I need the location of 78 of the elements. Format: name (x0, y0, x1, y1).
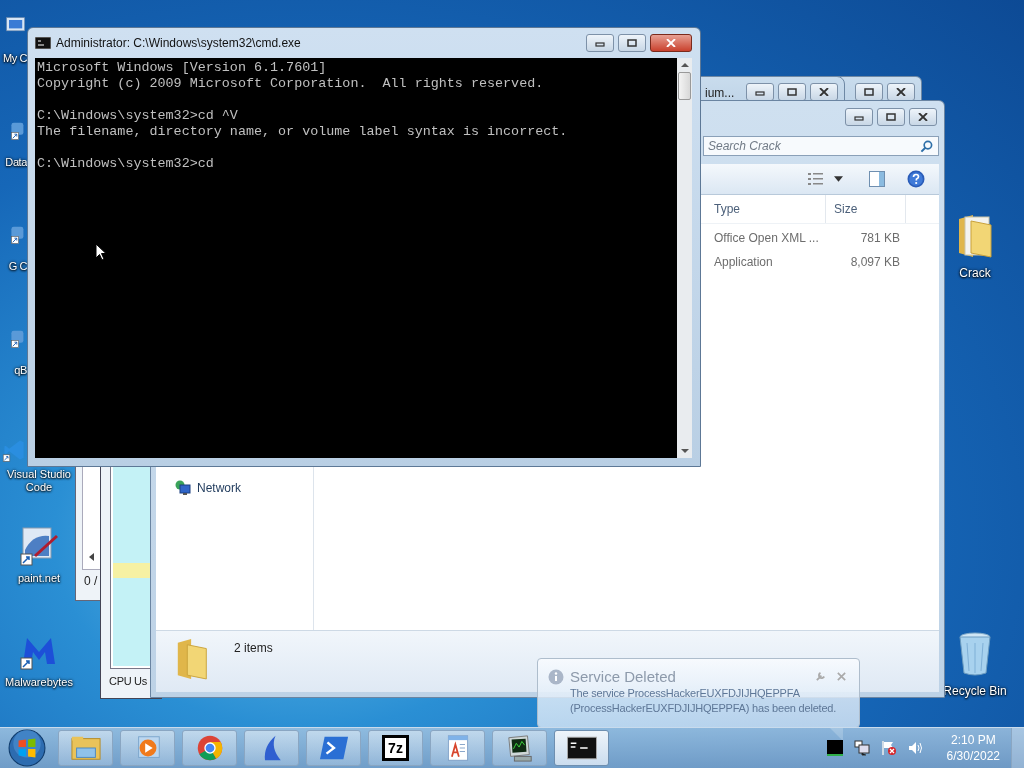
code-icon[interactable] (2, 438, 26, 462)
icon-label: qB (13, 364, 27, 377)
caret-icon[interactable] (834, 176, 843, 182)
volume-icon[interactable] (907, 740, 924, 756)
icon-label: Data (4, 156, 27, 169)
folder-icon (70, 734, 101, 762)
app-tray-icon[interactable] (826, 740, 843, 756)
icon-label: My C (1, 52, 27, 65)
maximize-icon (864, 88, 874, 96)
minimize-button[interactable] (586, 34, 614, 52)
start-button[interactable] (8, 729, 46, 767)
minimize-icon (755, 88, 765, 96)
maximize-button[interactable] (855, 83, 883, 101)
minimize-icon (854, 113, 864, 121)
close-button[interactable] (887, 83, 915, 101)
maximize-icon (787, 88, 797, 96)
graph-label: CPU Us (109, 675, 147, 687)
terminal-icon (318, 734, 349, 762)
flag-icon[interactable] (880, 740, 897, 756)
close-button[interactable] (909, 108, 937, 126)
preview-pane-icon[interactable] (869, 171, 885, 187)
close-icon (896, 88, 906, 96)
archive-logo: 7z (382, 735, 409, 761)
icon-label: Visual Studio Code (6, 468, 72, 494)
close-icon (666, 39, 676, 47)
window-title: Administrator: C:\Windows\system32\cmd.exe (56, 36, 301, 50)
close-icon (918, 113, 928, 121)
network-icon (175, 480, 191, 496)
close-icon (819, 88, 829, 96)
cursor-icon (95, 243, 107, 261)
console-icon (566, 734, 597, 762)
column-header[interactable]: Size (826, 195, 906, 223)
taskbar-button[interactable] (492, 730, 547, 766)
taskbar-button[interactable]: 7z (368, 730, 423, 766)
network-icon[interactable] (853, 740, 870, 756)
item-count: 2 items (234, 641, 273, 655)
scroll-up-icon[interactable] (679, 61, 690, 69)
scroll-thumb[interactable] (678, 72, 691, 100)
console-line: Microsoft Windows [Version 6.1.7601] (37, 60, 328, 76)
notification-title: Service Deleted (570, 668, 677, 685)
view-list-icon[interactable] (808, 172, 824, 186)
icon-label: Malwarebytes (4, 676, 74, 689)
column-header[interactable]: Type (706, 195, 826, 223)
console-line: Copyright (c) 2009 Microsoft Corporation. All rights reserved. (37, 76, 545, 92)
table-cell-text: Application (713, 254, 774, 269)
table-cell-text: 781 KB (859, 230, 901, 245)
close-button[interactable] (650, 34, 692, 52)
paint-icon[interactable] (19, 526, 59, 566)
minimize-icon (595, 39, 605, 47)
info-icon (548, 668, 564, 685)
search-field[interactable]: Search Crack (703, 136, 939, 156)
notification-message: The service ProcessHackerEUXFDJIJHQEPPFA (ProcessHackerEUXFDJIJHQEPPFA) has been deleted. (570, 686, 838, 716)
maximize-button[interactable] (778, 83, 806, 101)
search-icon (920, 140, 933, 153)
console-line: C:\Windows\system32>cd (37, 156, 215, 172)
icon-label: paint.net (16, 572, 62, 585)
minimize-button[interactable] (746, 83, 774, 101)
scroll-down-icon[interactable] (679, 447, 690, 455)
scrollbar[interactable] (677, 58, 692, 458)
taskbar-button[interactable] (554, 730, 609, 766)
minimize-button[interactable] (845, 108, 873, 126)
table-cell-text: Office Open XML ... (713, 230, 820, 245)
maximize-icon (886, 113, 896, 121)
icon-label: G C (7, 260, 27, 273)
maximize-icon (627, 39, 637, 47)
icon-label: Recycle Bin (943, 684, 1007, 698)
console-line: The filename, directory name, or volume label syntax is incorrect. (37, 124, 569, 140)
console-icon (35, 37, 51, 49)
nav-item[interactable]: Network (156, 480, 313, 496)
maximize-button[interactable] (877, 108, 905, 126)
help-icon[interactable] (907, 170, 925, 188)
close-button[interactable] (810, 83, 838, 101)
window-title: ium... (705, 86, 735, 100)
table-cell-text: 8,097 KB (849, 254, 901, 269)
maximize-button[interactable] (618, 34, 646, 52)
icon-label: Crack (959, 266, 991, 280)
console-line: C:\Windows\system32>cd ^V (37, 108, 239, 124)
counter-text: 0 / (84, 574, 98, 588)
